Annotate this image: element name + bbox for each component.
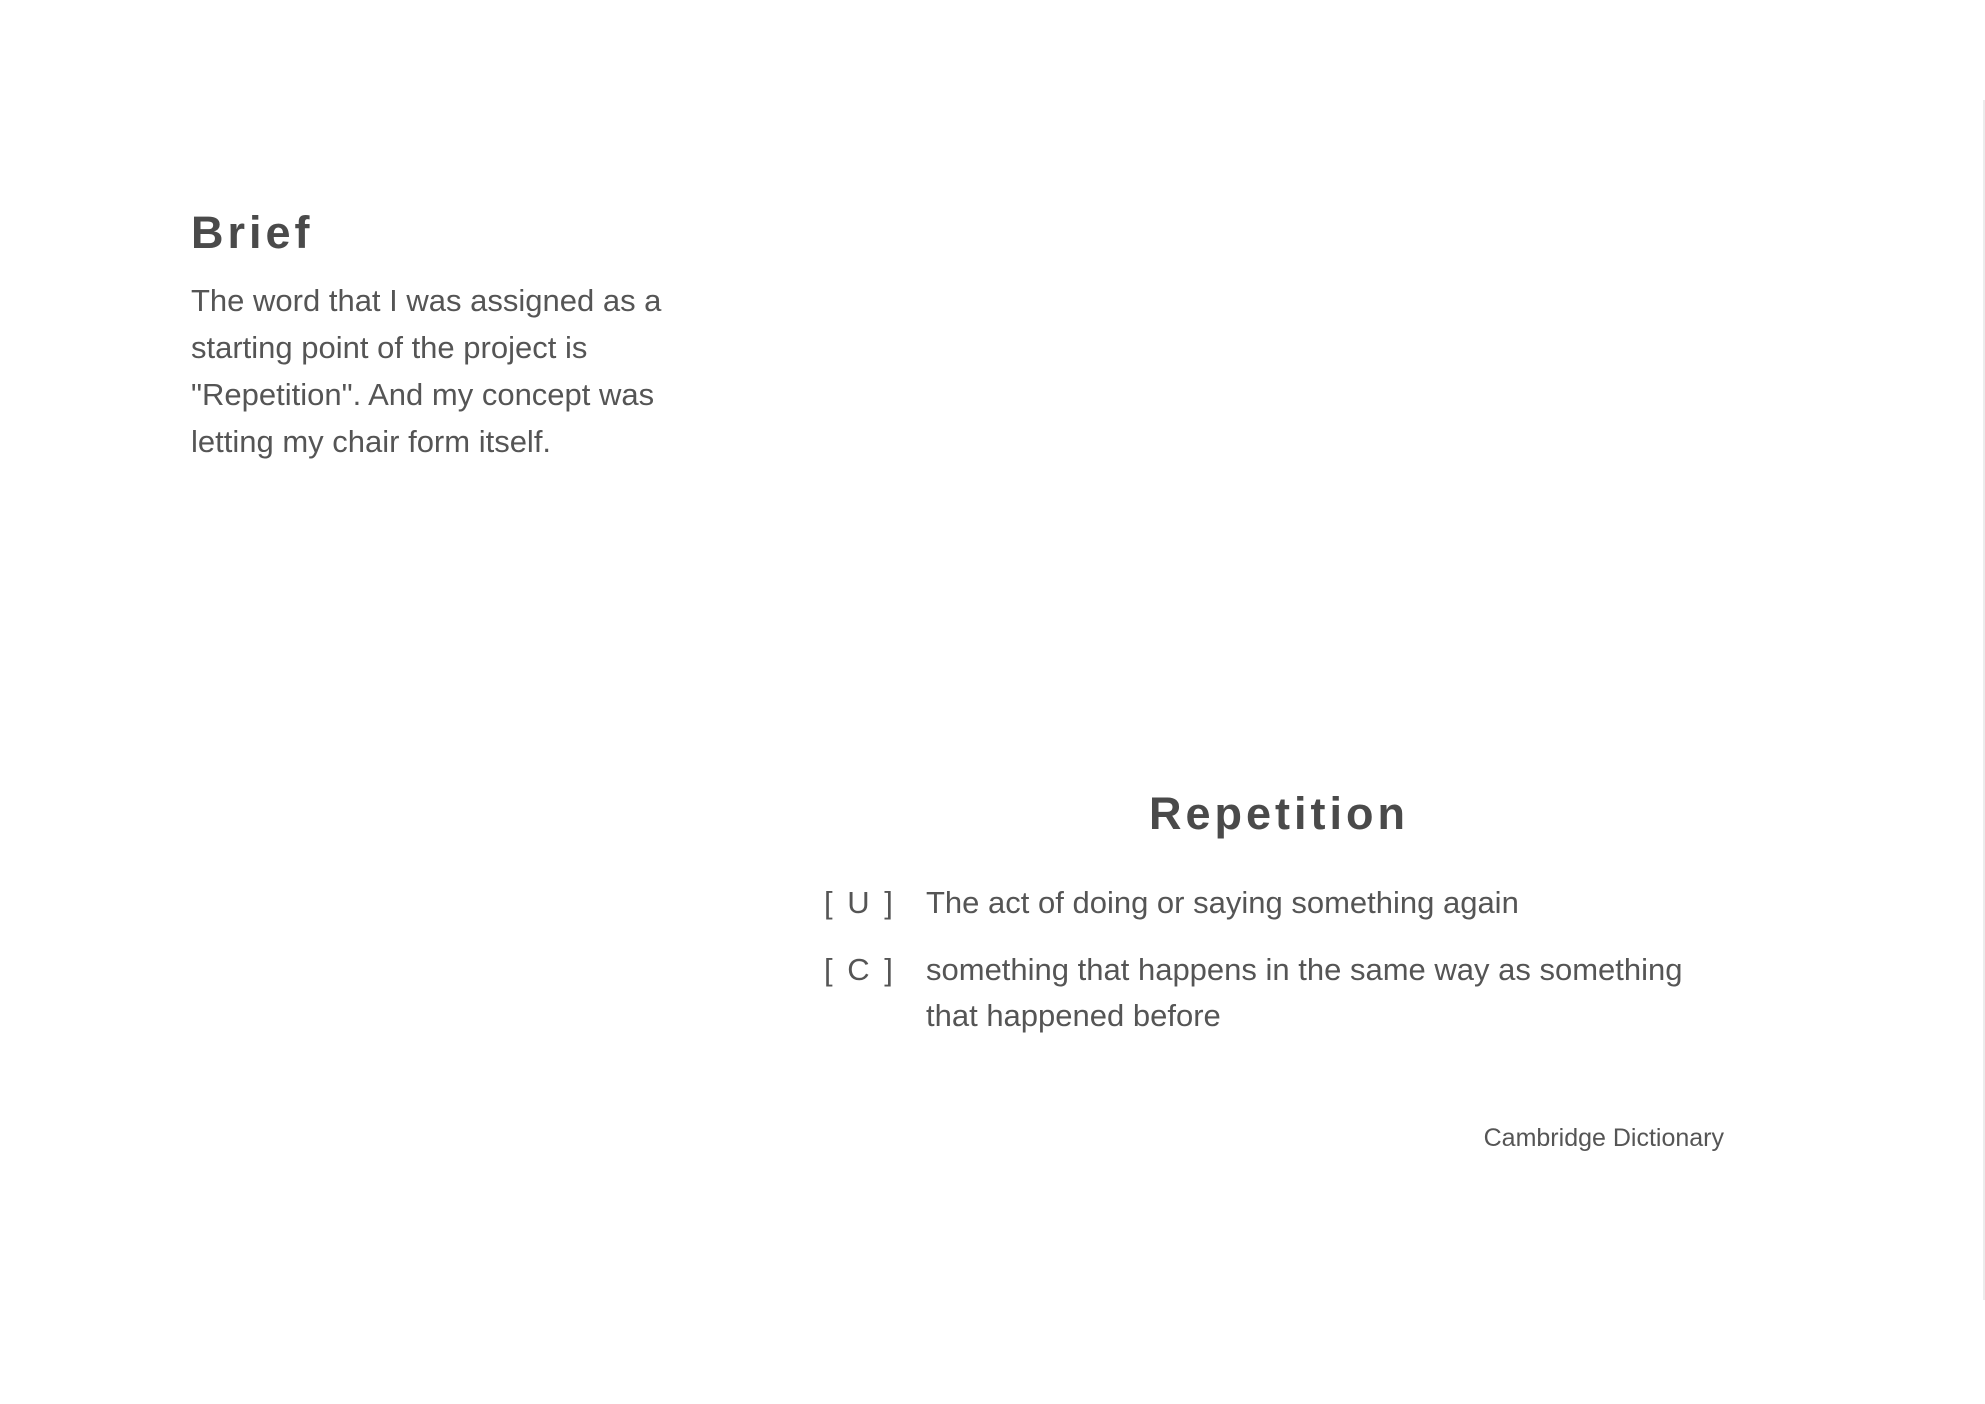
- brief-title: Brief: [191, 207, 314, 258]
- sense-label: [ C ]: [824, 952, 896, 987]
- brief-section: Brief The word that I was assigned as a …: [191, 205, 731, 465]
- sense-label: [ U ]: [824, 885, 896, 920]
- definition-sense-uncountable: [ U ] The act of doing or saying somethi…: [824, 880, 1724, 926]
- sense-text: The act of doing or saying something aga…: [926, 885, 1519, 920]
- definition-section: Repetition [ U ] The act of doing or say…: [824, 786, 1724, 1039]
- definition-sense-countable: [ C ] something that happens in the same…: [824, 947, 1724, 1039]
- dictionary-source: Cambridge Dictionary: [1483, 1124, 1724, 1152]
- definition-title: Repetition: [1149, 788, 1409, 839]
- sense-text: something that happens in the same way a…: [926, 952, 1683, 1033]
- brief-paragraph: The word that I was assigned as a starti…: [191, 283, 662, 459]
